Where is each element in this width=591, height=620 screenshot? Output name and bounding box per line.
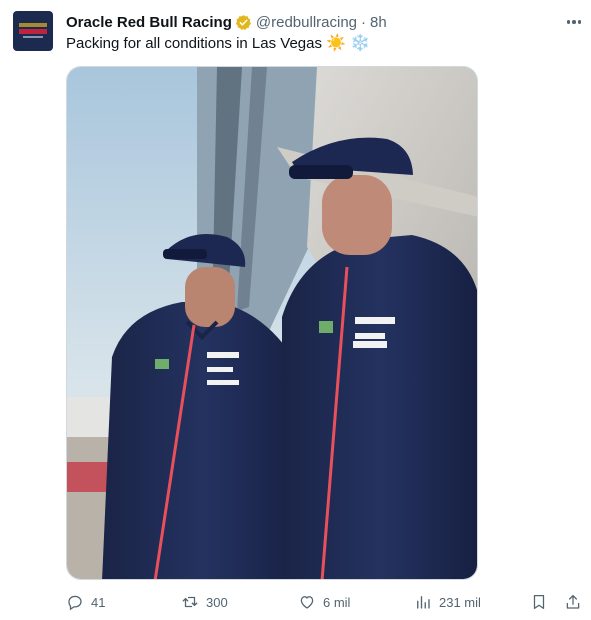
like-count: 6 mil [323, 594, 351, 610]
tweet-text: Packing for all conditions in Las Vegas … [66, 34, 370, 54]
tweet-photo[interactable] [66, 66, 478, 580]
author-handle[interactable]: @redbullracing [256, 14, 357, 31]
bookmark-icon [533, 594, 545, 610]
tweet-text-body: Packing for all conditions in Las Vegas [66, 35, 322, 52]
views-button[interactable]: 231 mil [414, 590, 481, 614]
avatar-logo-racing [23, 36, 43, 38]
bookmark-button[interactable] [530, 590, 548, 614]
retweet-count: 300 [206, 594, 228, 610]
snowflake-emoji: ❄️ [350, 35, 371, 52]
share-icon [566, 594, 580, 609]
retweet-icon [182, 596, 198, 608]
like-button[interactable]: 6 mil [298, 590, 350, 614]
tweet-header: Oracle Red Bull Racing @redbullracing · … [66, 12, 387, 32]
reply-count: 41 [91, 594, 106, 610]
separator-dot: · [361, 13, 367, 31]
tweet-card: Oracle Red Bull Racing @redbullracing · … [0, 0, 591, 620]
share-button[interactable] [564, 590, 582, 614]
author-name[interactable]: Oracle Red Bull Racing [66, 14, 232, 31]
photo-illustration [67, 67, 477, 579]
tweet-actions: 41 300 6 mil 231 mil [66, 590, 586, 614]
tweet-timestamp[interactable]: 8h [370, 14, 387, 31]
reply-icon [68, 595, 82, 611]
sun-emoji: ☀️ [326, 35, 347, 52]
views-chart-icon [417, 596, 430, 609]
view-count: 231 mil [439, 594, 481, 610]
reply-button[interactable]: 41 [66, 590, 105, 614]
avatar-logo-bulls [19, 29, 47, 34]
retweet-button[interactable]: 300 [181, 590, 228, 614]
avatar[interactable] [13, 11, 53, 51]
verified-badge-icon[interactable] [235, 14, 252, 31]
avatar-logo-text [19, 23, 47, 27]
more-dots-icon[interactable] [564, 12, 584, 32]
heart-icon [300, 596, 314, 609]
